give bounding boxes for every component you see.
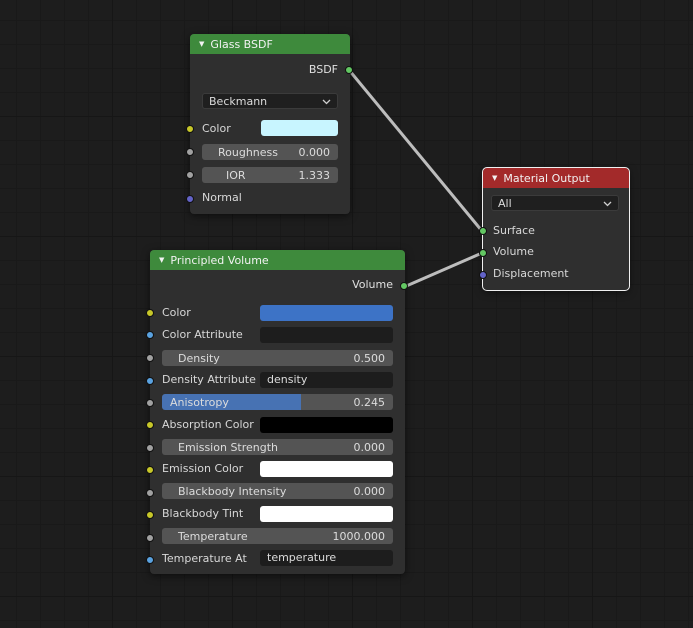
displacement-input-socket[interactable] — [479, 271, 487, 279]
temperature-value: 1000.000 — [332, 529, 386, 543]
volume-output-socket[interactable] — [400, 282, 408, 290]
blackbody-tint-socket[interactable] — [146, 511, 154, 519]
pv-color-label: Color — [162, 306, 191, 319]
emission-strength-socket[interactable] — [146, 444, 154, 452]
glass-color-label: Color — [202, 122, 231, 135]
density-attribute-input[interactable]: density — [260, 372, 393, 388]
principled-volume-title: Principled Volume — [170, 253, 269, 267]
glass-color-socket[interactable] — [186, 125, 194, 133]
absorption-color-socket[interactable] — [146, 421, 154, 429]
blackbody-intensity-field[interactable]: Blackbody Intensity 0.000 — [162, 483, 393, 499]
ior-field[interactable]: IOR 1.333 — [202, 167, 338, 183]
density-value: 0.500 — [353, 351, 386, 365]
material-output-title: Material Output — [503, 171, 590, 185]
material-output-header[interactable]: ▼ Material Output — [483, 168, 629, 188]
temperature-label: Temperature — [178, 529, 248, 543]
blackbody-tint-label: Blackbody Tint — [162, 507, 244, 520]
displacement-label: Displacement — [493, 267, 569, 280]
normal-label: Normal — [202, 191, 242, 204]
chevron-down-icon — [603, 199, 612, 208]
emission-color-label: Emission Color — [162, 462, 244, 475]
bsdf-output-socket[interactable] — [345, 66, 353, 74]
blackbody-intensity-socket[interactable] — [146, 489, 154, 497]
glass-bsdf-header[interactable]: ▼ Glass BSDF — [190, 34, 350, 54]
roughness-field[interactable]: Roughness 0.000 — [202, 144, 338, 160]
surface-label: Surface — [493, 224, 535, 237]
anisotropy-value: 0.245 — [353, 395, 386, 409]
absorption-color-label: Absorption Color — [162, 418, 254, 431]
collapse-arrow-icon[interactable]: ▼ — [159, 256, 164, 264]
link-bsdf-to-surface[interactable] — [347, 68, 484, 233]
distribution-select[interactable]: Beckmann — [202, 93, 338, 109]
distribution-value: Beckmann — [209, 94, 268, 108]
roughness-value: 0.000 — [298, 145, 331, 159]
density-attribute-label: Density Attribute — [162, 373, 256, 386]
glass-color-swatch[interactable] — [261, 120, 338, 136]
pv-color-swatch[interactable] — [260, 305, 393, 321]
bsdf-output-label: BSDF — [308, 63, 338, 76]
blackbody-intensity-label: Blackbody Intensity — [178, 484, 287, 498]
surface-input-socket[interactable] — [479, 227, 487, 235]
density-attribute-socket[interactable] — [146, 377, 154, 385]
temperature-attribute-label: Temperature At — [162, 552, 247, 565]
emission-color-swatch[interactable] — [260, 461, 393, 477]
normal-socket[interactable] — [186, 195, 194, 203]
color-attribute-socket[interactable] — [146, 331, 154, 339]
temperature-socket[interactable] — [146, 534, 154, 542]
chevron-down-icon — [322, 97, 331, 106]
anisotropy-slider[interactable]: Anisotropy 0.245 — [162, 394, 393, 410]
density-socket[interactable] — [146, 354, 154, 362]
temperature-attribute-input[interactable]: temperature — [260, 550, 393, 566]
principled-volume-node[interactable]: ▼ Principled Volume Volume Color Color A… — [146, 250, 408, 574]
blackbody-intensity-value: 0.000 — [353, 484, 386, 498]
temperature-attribute-socket[interactable] — [146, 556, 154, 564]
anisotropy-label: Anisotropy — [170, 395, 229, 409]
color-attribute-label: Color Attribute — [162, 328, 243, 341]
emission-strength-field[interactable]: Emission Strength 0.000 — [162, 439, 393, 455]
density-field[interactable]: Density 0.500 — [162, 350, 393, 366]
volume-input-socket[interactable] — [479, 249, 487, 257]
anisotropy-socket[interactable] — [146, 399, 154, 407]
emission-strength-label: Emission Strength — [178, 440, 279, 454]
absorption-color-swatch[interactable] — [260, 417, 393, 433]
glass-bsdf-node[interactable]: ▼ Glass BSDF BSDF Beckmann Color Roughne… — [186, 34, 353, 214]
collapse-arrow-icon[interactable]: ▼ — [492, 174, 497, 182]
collapse-arrow-icon[interactable]: ▼ — [199, 40, 204, 48]
ior-value: 1.333 — [298, 168, 331, 182]
volume-label: Volume — [493, 245, 534, 258]
temperature-field[interactable]: Temperature 1000.000 — [162, 528, 393, 544]
blackbody-tint-swatch[interactable] — [260, 506, 393, 522]
link-volume-to-volume[interactable] — [402, 251, 484, 289]
material-output-node[interactable]: ▼ Material Output All Surface Volume Dis… — [479, 167, 630, 291]
roughness-socket[interactable] — [186, 148, 194, 156]
target-select[interactable]: All — [491, 195, 619, 211]
volume-output-label: Volume — [352, 278, 393, 291]
ior-socket[interactable] — [186, 171, 194, 179]
principled-volume-header[interactable]: ▼ Principled Volume — [150, 250, 405, 270]
ior-label: IOR — [226, 168, 246, 182]
emission-strength-value: 0.000 — [353, 440, 386, 454]
roughness-label: Roughness — [218, 145, 279, 159]
target-value: All — [498, 196, 512, 210]
emission-color-socket[interactable] — [146, 466, 154, 474]
color-attribute-input[interactable] — [260, 327, 393, 343]
pv-color-socket[interactable] — [146, 309, 154, 317]
density-label: Density — [178, 351, 220, 365]
glass-bsdf-title: Glass BSDF — [210, 37, 273, 51]
